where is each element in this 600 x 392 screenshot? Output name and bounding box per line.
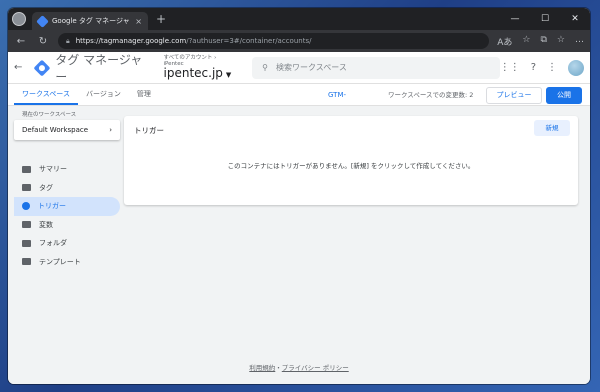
- sidebar-item-label: テンプレート: [39, 257, 81, 266]
- minimize-icon[interactable]: —: [500, 8, 530, 30]
- more-vert-icon[interactable]: ⋮: [547, 62, 557, 73]
- gtm-favicon-icon: [36, 14, 49, 28]
- browser-window: Google タグ マネージャー × + — ☐ ✕ ← ↻ 🔒︎ https:…: [8, 8, 590, 384]
- avatar[interactable]: [568, 59, 584, 76]
- empty-state-message: このコンテナにはトリガーがありません。[新規] をクリックして作成してください。: [227, 162, 475, 170]
- gtm-logo-icon[interactable]: [33, 59, 50, 76]
- summary-icon: [22, 165, 31, 173]
- sidebar-item-tags[interactable]: タグ: [14, 179, 120, 198]
- window-controls: — ☐ ✕: [500, 8, 590, 30]
- workspace-name: Default Workspace: [22, 126, 89, 134]
- sidebar-item-variables[interactable]: 変数: [14, 216, 120, 235]
- tab-admin[interactable]: 管理: [129, 89, 159, 105]
- sidebar-item-label: フォルダ: [39, 239, 67, 248]
- apps-grid-icon[interactable]: ⋮⋮: [500, 62, 520, 73]
- url-path: /?authuser=3#/container/accounts/: [186, 37, 312, 45]
- tab-title: Google タグ マネージャー: [52, 17, 131, 25]
- privacy-link[interactable]: プライバシー ポリシー: [282, 364, 349, 372]
- search-icon: ⚲: [262, 63, 269, 72]
- sidebar-item-label: 変数: [39, 220, 53, 229]
- main-content: 現在のワークスペース Default Workspace › サマリー タグ ト…: [8, 106, 590, 384]
- header-icons: ⋮⋮ ? ⋮: [500, 59, 584, 76]
- help-icon[interactable]: ?: [531, 62, 536, 73]
- template-icon: [22, 258, 31, 266]
- preview-button[interactable]: プレビュー: [486, 87, 542, 104]
- address-bar-row: ← ↻ 🔒︎ https://tagmanager.google.com/?au…: [8, 30, 590, 52]
- folder-icon: [22, 239, 31, 247]
- chevron-right-icon: ›: [109, 126, 112, 134]
- more-icon[interactable]: …: [575, 35, 584, 48]
- trigger-icon: [22, 202, 30, 211]
- tab-versions[interactable]: バージョン: [78, 89, 129, 105]
- variable-icon: [22, 221, 31, 229]
- split-screen-icon[interactable]: ⧉: [540, 35, 546, 48]
- url-host: https://tagmanager.google.com: [75, 37, 187, 45]
- browser-tab[interactable]: Google タグ マネージャー ×: [32, 12, 148, 30]
- sidebar-item-templates[interactable]: テンプレート: [14, 253, 120, 272]
- product-name[interactable]: タグ マネージャー: [55, 51, 151, 85]
- read-aloud-icon[interactable]: Aあ: [497, 35, 512, 48]
- favorite-icon[interactable]: ☆: [522, 35, 530, 48]
- terms-link[interactable]: 利用規約: [249, 364, 275, 372]
- workspace-changes: ワークスペースでの変更数: 2: [388, 91, 474, 99]
- tab-workspace[interactable]: ワークスペース: [14, 89, 78, 105]
- sidebar-nav: サマリー タグ トリガー 変数 フォルダ テンプレート: [14, 160, 120, 271]
- container-name: ipentec.jp ▼: [163, 65, 232, 80]
- container-selector[interactable]: すべてのアカウント › iPentec ipentec.jp ▼: [164, 55, 237, 80]
- triggers-panel: トリガー 新規 このコンテナにはトリガーがありません。[新規] をクリックして作…: [124, 116, 578, 205]
- back-arrow-icon[interactable]: ←: [14, 62, 28, 73]
- caret-down-icon: ▼: [225, 70, 232, 79]
- sidebar-item-label: トリガー: [38, 202, 66, 211]
- workspace-selector[interactable]: Default Workspace ›: [14, 120, 120, 140]
- tab-close-icon[interactable]: ×: [135, 17, 142, 26]
- search-placeholder: 検索ワークスペース: [276, 63, 347, 72]
- url-field[interactable]: 🔒︎ https://tagmanager.google.com/?authus…: [58, 33, 490, 49]
- sidebar-item-label: タグ: [39, 183, 53, 192]
- new-trigger-button[interactable]: 新規: [534, 120, 570, 136]
- gtm-header: ← タグ マネージャー すべてのアカウント › iPentec ipentec.…: [8, 52, 590, 84]
- panel-title: トリガー: [134, 126, 164, 135]
- sidebar-item-triggers[interactable]: トリガー: [14, 197, 120, 216]
- new-tab-icon[interactable]: +: [156, 12, 166, 26]
- title-bar: Google タグ マネージャー × + — ☐ ✕: [8, 8, 590, 30]
- browser-toolbar-icons: Aあ ☆ ⧉ ☆ …: [497, 35, 584, 48]
- sidebar: 現在のワークスペース Default Workspace › サマリー タグ ト…: [14, 106, 120, 271]
- tag-icon: [22, 184, 31, 192]
- container-id[interactable]: GTM-: [328, 91, 346, 99]
- workspace-label: 現在のワークスペース: [22, 112, 77, 118]
- favorites-list-icon[interactable]: ☆: [557, 35, 565, 48]
- reload-icon[interactable]: ↻: [36, 36, 50, 47]
- sidebar-item-summary[interactable]: サマリー: [14, 160, 120, 179]
- workspace-toolbar: ワークスペース バージョン 管理 GTM- ワークスペースでの変更数: 2 プレ…: [8, 84, 590, 106]
- footer: 利用規約・プライバシー ポリシー: [8, 362, 590, 372]
- publish-button[interactable]: 公開: [546, 87, 582, 104]
- sidebar-item-folders[interactable]: フォルダ: [14, 234, 120, 253]
- lock-icon: 🔒︎: [66, 36, 70, 45]
- search-input[interactable]: ⚲ 検索ワークスペース: [252, 56, 500, 79]
- maximize-icon[interactable]: ☐: [530, 8, 560, 30]
- sidebar-item-label: サマリー: [39, 165, 67, 174]
- close-window-icon[interactable]: ✕: [560, 8, 590, 30]
- profile-icon[interactable]: [12, 12, 26, 26]
- back-icon[interactable]: ←: [14, 36, 28, 47]
